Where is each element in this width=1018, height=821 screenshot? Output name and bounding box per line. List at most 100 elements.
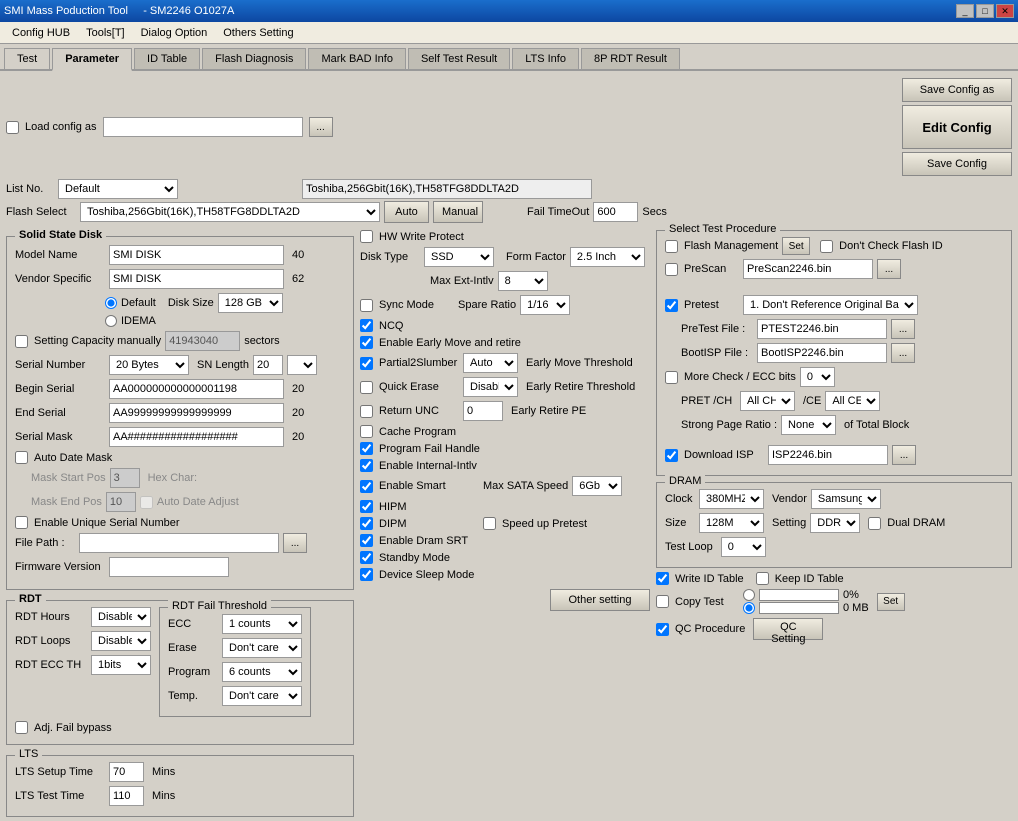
tab-8p-rdt-result[interactable]: 8P RDT Result bbox=[581, 48, 680, 69]
flash-management-checkbox[interactable] bbox=[665, 240, 678, 253]
rdt-loops-select[interactable]: Disable bbox=[91, 631, 151, 651]
rdt-hours-select[interactable]: Disable bbox=[91, 607, 151, 627]
file-path-input[interactable] bbox=[79, 533, 279, 553]
manual-button[interactable]: Manual bbox=[433, 201, 483, 223]
form-factor-select[interactable]: 2.5 Inch bbox=[570, 247, 645, 267]
save-config-as-button[interactable]: Save Config as bbox=[902, 78, 1012, 102]
boot-isp-file-browse[interactable]: ... bbox=[891, 343, 915, 363]
tab-test[interactable]: Test bbox=[4, 48, 50, 69]
menu-tools[interactable]: Tools[T] bbox=[78, 25, 133, 41]
hw-write-protect-checkbox[interactable] bbox=[360, 230, 373, 243]
cache-program-checkbox[interactable] bbox=[360, 425, 373, 438]
window-controls[interactable]: _ □ ✕ bbox=[956, 4, 1014, 18]
test-loop-select[interactable]: 0 bbox=[721, 537, 766, 557]
file-path-browse[interactable]: ... bbox=[283, 533, 307, 553]
prescan-checkbox[interactable] bbox=[665, 263, 678, 276]
ncq-checkbox[interactable] bbox=[360, 319, 373, 332]
pret-ch-select[interactable]: All CH bbox=[740, 391, 795, 411]
dipm-checkbox[interactable] bbox=[360, 517, 373, 530]
download-isp-input[interactable] bbox=[768, 445, 888, 465]
begin-serial-input[interactable] bbox=[109, 379, 284, 399]
disk-size-select[interactable]: 128 GB bbox=[218, 293, 283, 313]
copy-test-set-button[interactable]: Set bbox=[877, 593, 905, 611]
load-config-input[interactable] bbox=[103, 117, 303, 137]
more-check-ecc-bits-select[interactable]: 0 bbox=[800, 367, 835, 387]
return-unc-checkbox[interactable] bbox=[360, 405, 373, 418]
firmware-version-input[interactable] bbox=[109, 557, 229, 577]
download-isp-browse[interactable]: ... bbox=[892, 445, 916, 465]
mask-end-pos-input[interactable] bbox=[106, 492, 136, 512]
early-retire-pe-input[interactable] bbox=[463, 401, 503, 421]
partial2slumber-checkbox[interactable] bbox=[360, 357, 373, 370]
close-button[interactable]: ✕ bbox=[996, 4, 1014, 18]
fail-timeout-input[interactable] bbox=[593, 202, 638, 222]
tab-id-table[interactable]: ID Table bbox=[134, 48, 200, 69]
copy-test-radio-1[interactable] bbox=[743, 589, 755, 601]
tab-parameter[interactable]: Parameter bbox=[52, 48, 132, 71]
tab-mark-bad-info[interactable]: Mark BAD Info bbox=[308, 48, 406, 69]
auto-date-mask-checkbox[interactable] bbox=[15, 451, 28, 464]
spare-ratio-select[interactable]: 1/16 bbox=[520, 295, 570, 315]
enable-early-move-checkbox[interactable] bbox=[360, 336, 373, 349]
menu-config-hub[interactable]: Config HUB bbox=[4, 25, 78, 41]
minimize-button[interactable]: _ bbox=[956, 4, 974, 18]
lts-test-time-input[interactable] bbox=[109, 786, 144, 806]
end-serial-input[interactable] bbox=[109, 403, 284, 423]
dual-dram-checkbox[interactable] bbox=[868, 517, 881, 530]
prescan-input[interactable] bbox=[743, 259, 873, 279]
qc-setting-button[interactable]: QC Setting bbox=[753, 618, 823, 640]
load-config-checkbox[interactable] bbox=[6, 121, 19, 134]
size-select[interactable]: 128M bbox=[699, 513, 764, 533]
rdt-ecc-th-select[interactable]: 1bits bbox=[91, 655, 151, 675]
idema-radio[interactable] bbox=[105, 315, 117, 327]
setting-capacity-checkbox[interactable] bbox=[15, 335, 28, 348]
mask-start-pos-input[interactable] bbox=[110, 468, 140, 488]
tab-lts-info[interactable]: LTS Info bbox=[512, 48, 579, 69]
flash-select-dropdown[interactable]: Toshiba,256Gbit(16K),TH58TFG8DDLTA2D bbox=[80, 202, 380, 222]
qc-procedure-checkbox[interactable] bbox=[656, 623, 669, 636]
setting-capacity-input[interactable] bbox=[165, 331, 240, 351]
vendor-specific-input[interactable] bbox=[109, 269, 284, 289]
menu-dialog-option[interactable]: Dialog Option bbox=[133, 25, 216, 41]
speed-up-pretest-checkbox[interactable] bbox=[483, 517, 496, 530]
setting-select[interactable]: DDR3 bbox=[810, 513, 860, 533]
copy-test-checkbox[interactable] bbox=[656, 595, 669, 608]
adj-fail-bypass-checkbox[interactable] bbox=[15, 721, 28, 734]
maximize-button[interactable]: □ bbox=[976, 4, 994, 18]
ecc-select[interactable]: 1 counts bbox=[222, 614, 302, 634]
other-setting-button[interactable]: Other setting bbox=[550, 589, 650, 611]
partial2slumber-select[interactable]: Auto bbox=[463, 353, 518, 373]
lts-setup-time-input[interactable] bbox=[109, 762, 144, 782]
pretest-dropdown[interactable]: 1. Don't Reference Original Bad bbox=[743, 295, 918, 315]
standby-mode-checkbox[interactable] bbox=[360, 551, 373, 564]
copy-test-radio-2[interactable] bbox=[743, 602, 755, 614]
temp-select[interactable]: Don't care bbox=[222, 686, 302, 706]
sync-mode-checkbox[interactable] bbox=[360, 299, 373, 312]
list-no-select[interactable]: Default bbox=[58, 179, 178, 199]
serial-mask-input[interactable] bbox=[109, 427, 284, 447]
enable-internal-intlv-checkbox[interactable] bbox=[360, 459, 373, 472]
download-isp-checkbox[interactable] bbox=[665, 449, 678, 462]
program-select[interactable]: 6 counts bbox=[222, 662, 302, 682]
erase-select[interactable]: Don't care bbox=[222, 638, 302, 658]
enable-dram-srt-checkbox[interactable] bbox=[360, 534, 373, 547]
pretest-file-input[interactable] bbox=[757, 319, 887, 339]
early-retire-threshold-select[interactable]: Disable bbox=[463, 377, 518, 397]
default-radio[interactable] bbox=[105, 297, 117, 309]
pretest-file-browse[interactable]: ... bbox=[891, 319, 915, 339]
tab-self-test-result[interactable]: Self Test Result bbox=[408, 48, 510, 69]
clock-select[interactable]: 380MHZ bbox=[699, 489, 764, 509]
edit-config-button[interactable]: Edit Config bbox=[902, 105, 1012, 149]
auto-button[interactable]: Auto bbox=[384, 201, 429, 223]
program-fail-handle-checkbox[interactable] bbox=[360, 442, 373, 455]
dont-check-flash-id-checkbox[interactable] bbox=[820, 240, 833, 253]
more-check-ecc-bits-checkbox[interactable] bbox=[665, 371, 678, 384]
max-sata-speed-select[interactable]: 6Gb bbox=[572, 476, 622, 496]
model-name-input[interactable] bbox=[109, 245, 284, 265]
quick-erase-checkbox[interactable] bbox=[360, 381, 373, 394]
prescan-browse[interactable]: ... bbox=[877, 259, 901, 279]
disk-type-select[interactable]: SSD bbox=[424, 247, 494, 267]
keep-id-table-checkbox[interactable] bbox=[756, 572, 769, 585]
enable-smart-checkbox[interactable] bbox=[360, 480, 373, 493]
hipm-checkbox[interactable] bbox=[360, 500, 373, 513]
